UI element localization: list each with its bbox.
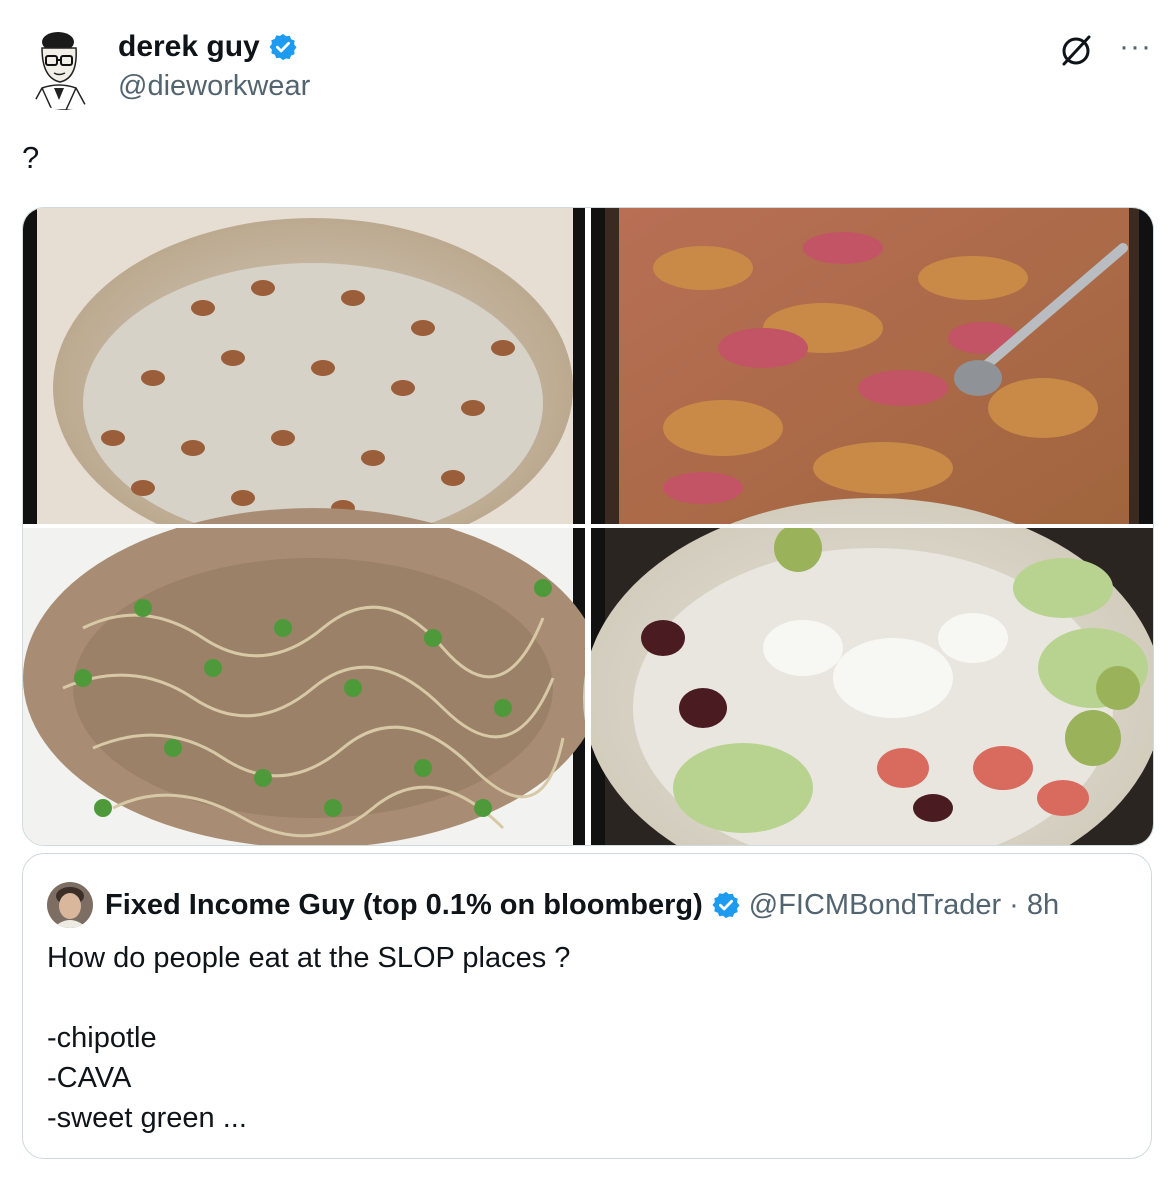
verified-badge-icon xyxy=(268,32,298,62)
more-options-icon[interactable]: ··· xyxy=(1119,30,1152,64)
quoted-timestamp[interactable]: 8h xyxy=(1027,889,1059,922)
quoted-text-line: -sweet green ... xyxy=(47,1102,247,1134)
quoted-tweet-card[interactable]: Fixed Income Guy (top 0.1% on bloomberg)… xyxy=(22,853,1152,1159)
media-image-tuna-noodles[interactable] xyxy=(23,508,603,845)
quoted-author-handle[interactable]: @FICMBondTrader xyxy=(749,889,1001,922)
quoted-text-line: -CAVA xyxy=(47,1062,132,1094)
separator-dot: · xyxy=(1009,888,1019,921)
author-name[interactable]: derek guy xyxy=(118,30,260,64)
author-handle[interactable]: @dieworkwear xyxy=(118,70,310,103)
author-avatar[interactable] xyxy=(22,26,106,110)
quoted-text-line xyxy=(47,978,570,1018)
quoted-tweet-header: Fixed Income Guy (top 0.1% on bloomberg)… xyxy=(47,882,1059,928)
media-image-steak-rice[interactable] xyxy=(591,208,1153,524)
tweet-header: derek guy @dieworkwear ··· xyxy=(22,26,1152,110)
media-image-beans-rice[interactable] xyxy=(23,208,585,558)
author-name-row: derek guy xyxy=(118,30,298,64)
quoted-author-name[interactable]: Fixed Income Guy (top 0.1% on bloomberg) xyxy=(105,889,703,922)
verified-badge-icon xyxy=(711,890,741,920)
quoted-author-avatar[interactable] xyxy=(47,882,93,928)
quoted-text-line: How do people eat at the SLOP places ? xyxy=(47,942,571,974)
quoted-text-line: -chipotle xyxy=(47,1022,157,1054)
grok-icon[interactable] xyxy=(1058,32,1094,68)
quoted-tweet-text: How do people eat at the SLOP places ? -… xyxy=(47,938,570,1138)
media-grid xyxy=(22,207,1154,846)
media-image-salad[interactable] xyxy=(583,498,1153,845)
tweet-text: ? xyxy=(22,140,40,175)
